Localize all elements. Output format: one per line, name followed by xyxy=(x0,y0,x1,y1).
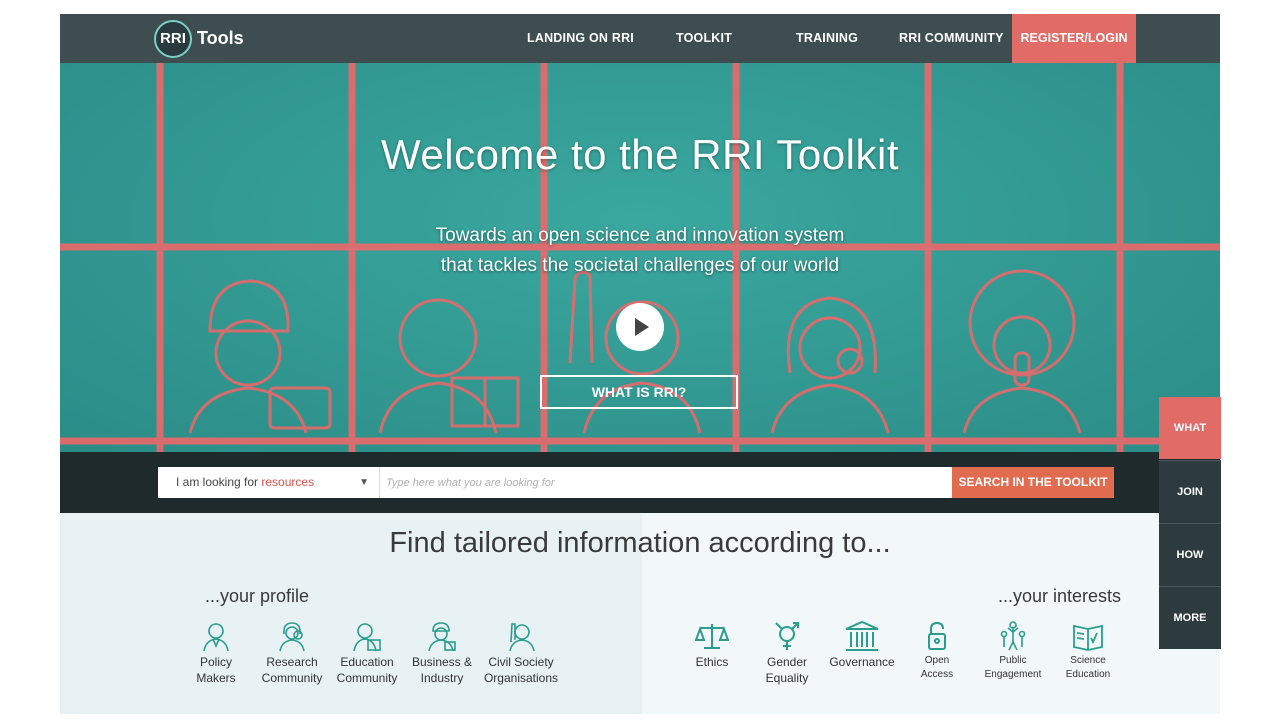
interest-science-education[interactable]: Science Education xyxy=(1043,620,1133,680)
building-icon xyxy=(845,620,879,651)
side-tab-how[interactable]: HOW xyxy=(1159,523,1221,586)
side-tab-more[interactable]: MORE xyxy=(1159,586,1221,649)
search-bar: I am looking for resources ▼ SEARCH IN T… xyxy=(60,452,1220,513)
hero-subtitle-line-2: that tackles the societal challenges of … xyxy=(440,255,840,276)
profile-civil-society[interactable]: Civil Society Organisations xyxy=(476,620,566,684)
top-navigation: RRI Tools LANDING ON RRI TOOLKIT TRAININ… xyxy=(60,14,1220,63)
profile-heading: ...your profile xyxy=(205,586,310,606)
nav-toolkit[interactable]: TOOLKIT xyxy=(676,14,732,63)
logo-rri-text: RRI xyxy=(160,30,186,47)
gender-icon xyxy=(775,622,799,650)
side-tab-join[interactable]: JOIN xyxy=(1159,460,1221,523)
resource-type-select[interactable]: I am looking for resources ▼ xyxy=(158,467,380,498)
what-is-rri-button[interactable]: WHAT IS RRI? xyxy=(540,375,738,409)
educator-icon xyxy=(353,623,381,652)
interests-heading: ...your interests xyxy=(998,586,1122,606)
business-icon xyxy=(428,622,456,652)
interest-label-line-1: Science xyxy=(1070,655,1106,666)
logo-tools-text: Tools xyxy=(197,28,244,48)
side-tab-what[interactable]: WHAT xyxy=(1159,397,1221,459)
logo-badge: RRI xyxy=(154,19,192,58)
hero-title: Welcome to the RRI Toolkit xyxy=(381,131,899,178)
profile-label-line-1: Business & xyxy=(411,655,473,669)
lock-icon xyxy=(928,621,946,650)
play-video-button[interactable] xyxy=(616,303,664,351)
nav-landing-on-rri[interactable]: LANDING ON RRI xyxy=(527,14,634,63)
find-section-title: Find tailored information according to..… xyxy=(389,527,891,559)
policy-maker-icon xyxy=(203,623,229,652)
search-input[interactable] xyxy=(380,467,952,498)
scales-icon xyxy=(695,624,729,649)
hero-subtitle: Towards an open science and innovation s… xyxy=(390,221,890,281)
page-frame: RRI Tools LANDING ON RRI TOOLKIT TRAININ… xyxy=(60,14,1220,714)
civil-society-icon xyxy=(509,623,535,652)
chevron-down-icon: ▼ xyxy=(359,477,369,488)
select-prefix: I am looking for xyxy=(176,475,262,489)
interest-label-line-2: Education xyxy=(1065,669,1111,680)
play-icon xyxy=(635,318,649,336)
profile-label-line-2: Industry xyxy=(420,671,464,685)
register-login-button[interactable]: REGISTER/LOGIN xyxy=(1012,14,1136,63)
profile-business-industry[interactable]: Business & Industry xyxy=(397,620,487,684)
interest-label-line-2: Equality xyxy=(765,671,809,685)
search-toolkit-button[interactable]: SEARCH IN THE TOOLKIT xyxy=(952,467,1114,498)
select-value: resources xyxy=(261,475,315,489)
profile-label-line-2: Organisations xyxy=(483,671,559,685)
researcher-icon xyxy=(279,622,305,652)
profile-label-line-1: Civil Society xyxy=(488,655,554,669)
nav-training[interactable]: TRAINING xyxy=(796,14,858,63)
rri-tools-logo[interactable]: RRI Tools xyxy=(154,17,244,60)
book-icon xyxy=(1073,624,1103,651)
hero-subtitle-line-1: Towards an open science and innovation s… xyxy=(435,225,845,246)
people-icon xyxy=(1000,621,1026,651)
hero-banner: Welcome to the RRI Toolkit Towards an op… xyxy=(60,63,1220,452)
nav-rri-community[interactable]: RRI COMMUNITY xyxy=(899,14,1004,63)
